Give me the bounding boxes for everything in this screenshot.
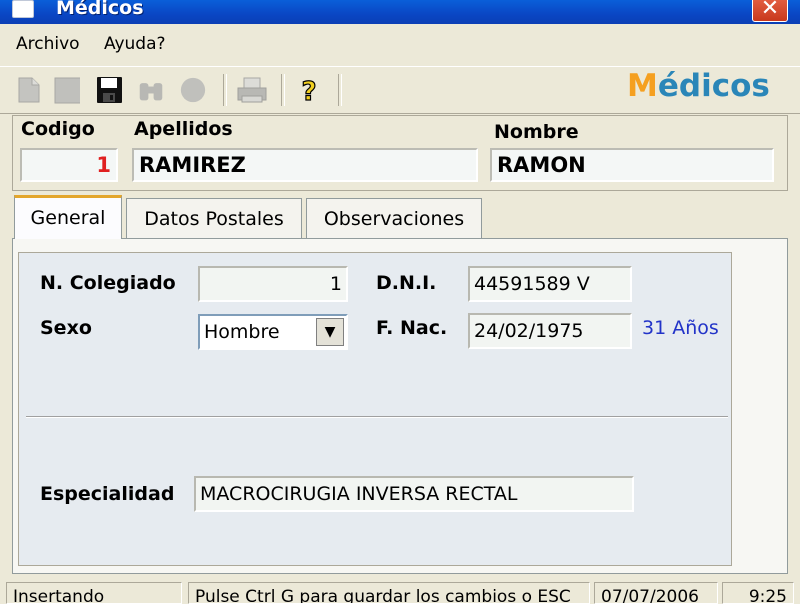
brand-logo: Médicos	[627, 68, 770, 104]
dni-label: D.N.I.	[376, 272, 437, 294]
chevron-down-icon[interactable]: ▼	[316, 318, 344, 346]
new-doc-icon[interactable]	[16, 76, 42, 104]
especialidad-field[interactable]: MACROCIRUGIA INVERSA RECTAL	[194, 476, 634, 512]
apellidos-label: Apellidos	[134, 118, 233, 140]
menu-ayuda[interactable]: Ayuda?	[104, 34, 166, 54]
especialidad-label: Especialidad	[40, 483, 175, 505]
status-mode: Insertando	[6, 582, 182, 604]
tab-observaciones[interactable]: Observaciones	[306, 198, 482, 238]
help-icon[interactable]: ?	[296, 76, 322, 104]
print-icon[interactable]	[236, 76, 268, 104]
age-text: 31 Años	[642, 317, 719, 339]
stop-icon[interactable]	[54, 76, 80, 104]
sexo-label: Sexo	[40, 317, 92, 339]
status-hint: Pulse Ctrl G para guardar los cambios o …	[188, 582, 590, 604]
tab-datos-postales[interactable]: Datos Postales	[126, 198, 302, 238]
circle-icon[interactable]	[180, 76, 206, 104]
toolbar-separator	[281, 74, 285, 106]
status-time: 9:25	[722, 582, 794, 604]
codigo-label: Codigo	[21, 118, 95, 140]
codigo-field[interactable]: 1	[20, 148, 118, 182]
window-title: Médicos	[56, 0, 144, 19]
status-date: 07/07/2006	[594, 582, 718, 604]
binoculars-icon[interactable]	[138, 76, 164, 104]
colegiado-field[interactable]: 1	[198, 266, 348, 302]
app-icon	[12, 0, 34, 18]
colegiado-label: N. Colegiado	[40, 272, 176, 294]
fnac-field[interactable]: 24/02/1975	[468, 313, 632, 349]
apellidos-field[interactable]: RAMIREZ	[132, 148, 478, 182]
close-button[interactable]: ✕	[752, 0, 788, 22]
fnac-label: F. Nac.	[376, 317, 448, 339]
nombre-label: Nombre	[494, 121, 579, 143]
menu-archivo[interactable]: Archivo	[16, 34, 80, 54]
svg-text:?: ?	[301, 77, 316, 104]
sexo-select[interactable]: Hombre ▼	[198, 314, 348, 350]
divider	[26, 416, 728, 418]
save-icon[interactable]	[96, 76, 122, 104]
tab-general[interactable]: General	[14, 195, 122, 239]
toolbar-separator	[223, 74, 227, 106]
nombre-field[interactable]: RAMON	[490, 148, 774, 182]
toolbar-separator	[338, 74, 342, 106]
sexo-value: Hombre	[204, 321, 280, 343]
dni-field[interactable]: 44591589 V	[468, 266, 632, 302]
